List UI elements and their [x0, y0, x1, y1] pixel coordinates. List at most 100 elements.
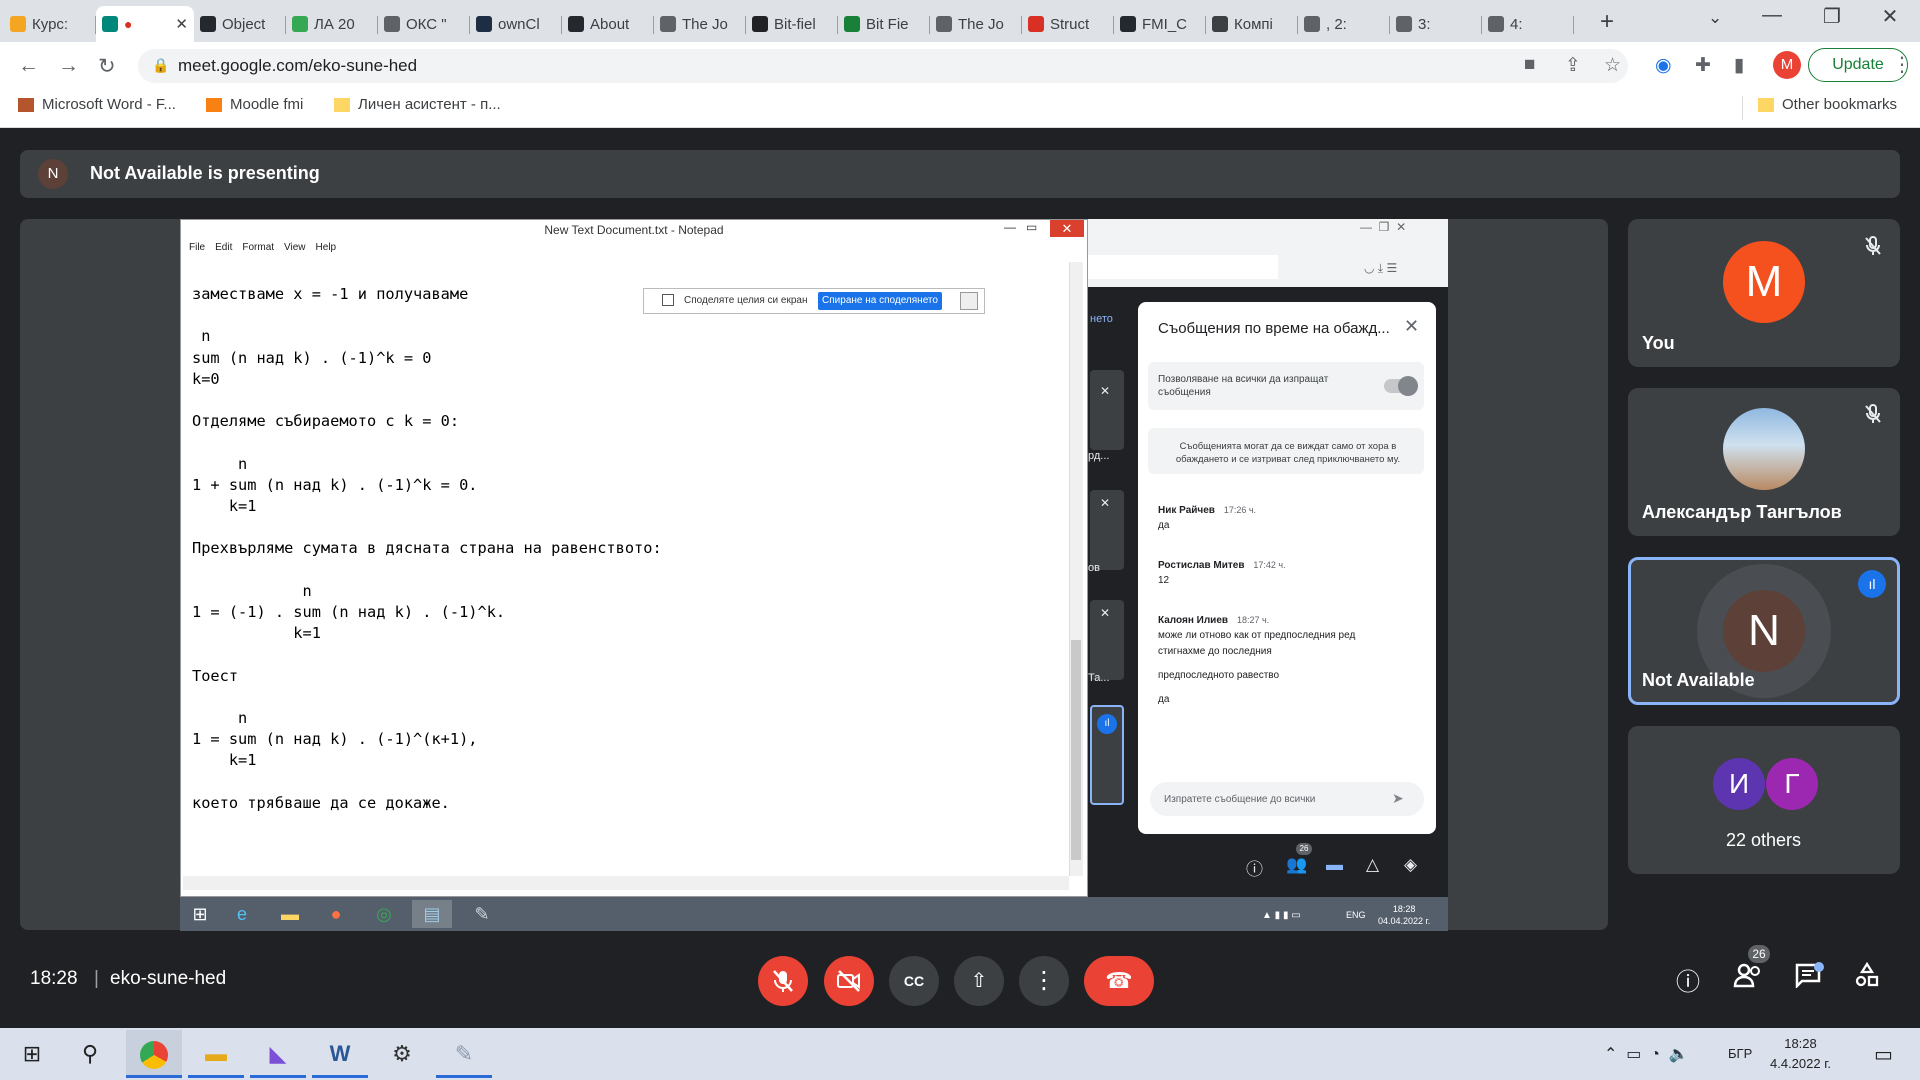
menu-format: Format [242, 242, 275, 253]
profile-avatar[interactable]: M [1773, 51, 1801, 79]
presenting-text: Not Available is presenting [90, 163, 320, 183]
leave-call-button[interactable]: ☎ [1084, 956, 1154, 1006]
notepad-maximize-icon: ▭ [1026, 220, 1038, 234]
browser-tab[interactable]: The Jo [654, 6, 746, 42]
close-icon: ✕ [1404, 316, 1420, 336]
browser-tab[interactable]: The Jo [930, 6, 1022, 42]
system-tray-icons[interactable]: ⌃ ▭ ◔ 🔈 [1604, 1044, 1689, 1064]
meeting-info-icon[interactable]: ⓘ [1676, 962, 1700, 997]
browser-tab[interactable]: ОКС " [378, 6, 470, 42]
more-options-button[interactable]: ⋮ [1019, 956, 1069, 1006]
activities-icon[interactable] [1854, 961, 1880, 995]
notepad-title: New Text Document.txt - Notepad [181, 220, 1087, 240]
camera-blocked-icon[interactable]: ■ [1524, 54, 1535, 76]
browser-tab[interactable]: , 2: [1298, 6, 1390, 42]
browser-tab[interactable]: ЛА 20 [286, 6, 378, 42]
back-icon[interactable]: ← [18, 54, 39, 78]
visual-studio-icon[interactable]: ◣ [250, 1030, 306, 1078]
browser-tab[interactable]: Struct [1022, 6, 1114, 42]
bookmark-star-icon[interactable]: ☆ [1604, 54, 1621, 77]
input-language[interactable]: БГР [1728, 1046, 1752, 1061]
tab-search-icon[interactable]: ⌄ [1708, 8, 1722, 28]
notifications-icon[interactable]: ▭ [1874, 1042, 1893, 1067]
message-line: предпоследното равество [1158, 670, 1280, 681]
toggle-mic-button[interactable] [758, 956, 808, 1006]
people-icon: 👥 [1286, 855, 1308, 874]
bookmark-other[interactable]: Other bookmarks [1758, 96, 1897, 113]
participants-count-badge: 26 [1748, 945, 1770, 963]
lock-icon[interactable]: 🔒 [152, 57, 169, 74]
message-line: да [1158, 694, 1170, 705]
browser-tab[interactable]: 3: [1390, 6, 1482, 42]
tab-title: Компі [1234, 15, 1273, 33]
browser-tab[interactable]: Компі [1206, 6, 1298, 42]
minimize-icon[interactable]: — [1752, 4, 1792, 27]
search-icon[interactable]: ⚲ [62, 1030, 118, 1078]
chat-notice-text: Съобщенията могат да се виждат само от х… [1175, 441, 1401, 465]
share-icon[interactable]: ⇪ [1565, 54, 1581, 77]
browser-tab[interactable]: ● ✕ [96, 6, 194, 42]
browser-tab[interactable]: Bit-fiel [746, 6, 838, 42]
captions-button[interactable]: CC [889, 956, 939, 1006]
clock-time: 18:28 [1784, 1036, 1817, 1051]
side-panel-icon[interactable]: ▮ [1734, 54, 1744, 77]
tab-favicon-icon [1396, 16, 1412, 32]
tab-favicon-icon [1028, 16, 1044, 32]
present-button[interactable]: ⇧ [954, 956, 1004, 1006]
notepad-close-icon: ✕ [1050, 220, 1084, 237]
people-icon[interactable] [1733, 962, 1763, 995]
browser-tab[interactable]: ownCl [470, 6, 562, 42]
mic-off-icon [1864, 404, 1882, 429]
tab-favicon-icon [1304, 16, 1320, 32]
browser-tab[interactable]: Object [194, 6, 286, 42]
browser-tab[interactable]: FMI_C [1114, 6, 1206, 42]
chrome-taskbar-icon[interactable] [126, 1030, 182, 1078]
message-author: Калоян Илиев [1158, 615, 1229, 626]
tab-title: FMI_C [1142, 15, 1187, 33]
system-clock[interactable]: 18:28 4.4.2022 г. [1770, 1034, 1831, 1074]
windows-start-icon[interactable]: ⊞ [4, 1030, 60, 1078]
message-author: Ник Райчев [1158, 505, 1215, 516]
bookmark-moodle[interactable]: Moodle fmi [206, 96, 303, 113]
bookmark-assistant[interactable]: Личен асистент - п... [334, 96, 501, 113]
maximize-icon[interactable]: ❐ [1812, 4, 1852, 29]
browser-tab[interactable]: About [562, 6, 654, 42]
settings-icon[interactable]: ⚙ [374, 1030, 430, 1078]
notepad-menu: File Edit Format View Help [181, 242, 1087, 258]
browser-tab[interactable]: Курс: [4, 6, 96, 42]
message-line: стигнахме до последния [1158, 646, 1272, 657]
participant-tile-others[interactable] [1628, 726, 1900, 874]
bookmarks-divider [1742, 96, 1743, 120]
tab-favicon-icon [660, 16, 676, 32]
close-window-icon[interactable]: ✕ [1870, 4, 1910, 29]
bookmark-word[interactable]: Microsoft Word - F... [18, 96, 176, 113]
notepad-task-icon: ▤ [412, 900, 452, 928]
remote-tile-label: Та... [1088, 672, 1110, 684]
tab-title: ЛА 20 [314, 15, 355, 33]
toggle-camera-button[interactable] [824, 956, 874, 1006]
meeting-code: eko-sune-hed [110, 968, 227, 989]
extensions-icon[interactable]: ✚ [1695, 54, 1711, 77]
forward-icon[interactable]: → [58, 54, 79, 78]
extension-badge-icon[interactable]: ◉ [1655, 54, 1672, 77]
chat-message: Ростислав Митев 17:42 ч. 12 [1158, 555, 1286, 589]
new-tab-icon[interactable]: + [1600, 8, 1614, 36]
menu-help: Help [315, 242, 337, 253]
reload-icon[interactable]: ↻ [98, 54, 116, 79]
file-explorer-icon[interactable]: ▬ [188, 1030, 244, 1078]
browser-tab[interactable]: Bit Fie [838, 6, 930, 42]
browser-tab[interactable]: 4: [1482, 6, 1574, 42]
remote-tile-label: ов [1088, 562, 1100, 574]
participant-name: Александър Тангълов [1642, 502, 1842, 522]
word-icon[interactable]: W [312, 1030, 368, 1078]
menu-edit: Edit [215, 242, 233, 253]
close-tab-icon[interactable]: ✕ [175, 15, 188, 33]
browser-menu-icon[interactable]: ⋮ [1892, 52, 1912, 77]
url-text[interactable]: meet.google.com/eko-sune-hed [178, 56, 417, 76]
share-bar-minimize-icon [960, 292, 978, 310]
chat-message: Ник Райчев 17:26 ч. да [1158, 500, 1256, 534]
paint-taskbar-icon[interactable]: ✎ [436, 1030, 492, 1078]
tab-strip: Курс: ● ✕ Object ЛА 20 ОКС " ownCl About The Jo… [0, 0, 1920, 42]
tab-favicon-icon [1120, 16, 1136, 32]
bookmark-label: Other bookmarks [1782, 96, 1898, 113]
